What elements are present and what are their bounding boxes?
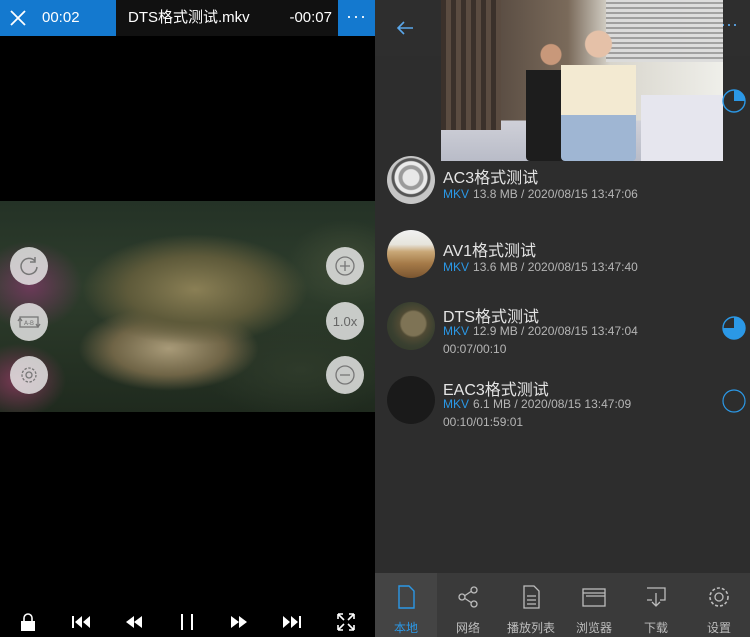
remaining-time[interactable]: -00:07: [286, 0, 338, 36]
settings-icon: [709, 587, 729, 607]
rotate-icon: [20, 257, 38, 276]
bottom-tab-bar: 本地 网络 播放列表 浏览器 下载 设置: [375, 573, 750, 637]
pause-icon: [181, 614, 193, 630]
fast-forward-icon: [231, 616, 247, 628]
video-meta: MKV 12.9 MB / 2020/08/15 13:47:04: [443, 324, 638, 338]
next-button[interactable]: [280, 610, 304, 634]
back-button[interactable]: [393, 16, 417, 40]
video-thumbnail: [387, 156, 435, 204]
video-preview-thumbnail: [441, 0, 723, 161]
current-time: 00:02: [36, 0, 116, 36]
tab-browser[interactable]: 浏览器: [563, 573, 625, 637]
format-badge: MKV: [443, 187, 470, 201]
tab-network[interactable]: 网络: [437, 573, 499, 637]
fullscreen-button[interactable]: [334, 610, 358, 634]
share-icon: [458, 586, 478, 608]
svg-text:A-B: A-B: [24, 320, 34, 327]
arrow-left-icon: [396, 21, 413, 35]
previous-button[interactable]: [69, 610, 93, 634]
video-settings-button[interactable]: [10, 356, 48, 394]
video-thumbnail: [387, 230, 435, 278]
plus-circle-icon: [335, 256, 355, 276]
close-icon: [10, 10, 26, 26]
tab-label: 本地: [393, 621, 418, 635]
size-date: 13.8 MB / 2020/08/15 13:47:06: [473, 187, 638, 201]
progress-pie-icon: [722, 89, 746, 113]
rotate-button[interactable]: [10, 247, 48, 285]
rewind-icon: [126, 616, 142, 628]
tab-playlist[interactable]: 播放列表: [500, 573, 562, 637]
speed-up-button[interactable]: [326, 247, 364, 285]
minus-circle-icon: [335, 365, 355, 385]
tab-settings[interactable]: 设置: [688, 573, 750, 637]
playlist-icon: [523, 585, 540, 609]
playback-speed-indicator[interactable]: 1.0x: [326, 302, 364, 340]
library-more-button[interactable]: ···: [720, 14, 750, 42]
tab-label: 网络: [455, 621, 480, 635]
video-title: DTS格式测试.mkv: [128, 9, 250, 26]
fast-forward-button[interactable]: [227, 610, 251, 634]
video-frame[interactable]: A-B 1.0x: [0, 201, 375, 412]
skip-next-icon: [283, 616, 301, 628]
format-badge: MKV: [443, 324, 470, 338]
skip-previous-icon: [72, 616, 90, 628]
video-player[interactable]: 00:02 DTS格式测试.mkv -00:07 ··· A-B 1.0x: [0, 0, 375, 637]
size-date: 13.6 MB / 2020/08/15 13:47:40: [473, 260, 638, 274]
local-library: ··· AC3格式测试 MKV 13.8 MB / 2020/08/15 13:4…: [375, 0, 750, 637]
tab-label: 下载: [643, 621, 668, 635]
progress-pie-fill: [734, 90, 745, 101]
progress-pie-icon: [722, 389, 746, 413]
playback-progress-text: 00:07/00:10: [443, 342, 507, 356]
lock-icon: [21, 613, 35, 631]
video-thumbnail: [387, 302, 435, 350]
player-more-button[interactable]: ···: [338, 0, 375, 36]
fullscreen-icon: [337, 613, 355, 631]
tab-label: 浏览器: [575, 621, 612, 635]
video-title: AV1格式测试: [443, 243, 537, 260]
video-thumbnail: [387, 376, 435, 424]
file-icon: [398, 585, 415, 609]
download-icon: [647, 587, 666, 607]
video-meta: MKV 6.1 MB / 2020/08/15 13:47:09: [443, 397, 631, 411]
playback-progress-text: 00:10/01:59:01: [443, 415, 524, 429]
rewind-button[interactable]: [122, 610, 146, 634]
ab-repeat-button[interactable]: A-B: [10, 303, 48, 341]
tab-label: 播放列表: [506, 621, 555, 635]
tab-local[interactable]: 本地: [375, 573, 437, 637]
progress-pie-icon: [722, 316, 746, 340]
ab-repeat-icon: A-B: [17, 316, 41, 329]
format-badge: MKV: [443, 260, 470, 274]
gear-icon: [21, 367, 37, 383]
size-date: 12.9 MB / 2020/08/15 13:47:04: [473, 324, 638, 338]
player-top-bar: 00:02 DTS格式测试.mkv -00:07 ···: [0, 0, 375, 36]
speed-down-button[interactable]: [326, 356, 364, 394]
close-button[interactable]: [0, 0, 36, 36]
lock-button[interactable]: [16, 610, 40, 634]
video-meta: MKV 13.8 MB / 2020/08/15 13:47:06: [443, 187, 638, 201]
video-title: AC3格式测试: [443, 170, 539, 187]
browser-icon: [582, 588, 606, 607]
pause-button[interactable]: [175, 610, 199, 634]
format-badge: MKV: [443, 397, 470, 411]
video-meta: MKV 13.6 MB / 2020/08/15 13:47:40: [443, 260, 638, 274]
tab-label: 设置: [706, 621, 731, 635]
size-date: 6.1 MB / 2020/08/15 13:47:09: [473, 397, 632, 411]
tab-download[interactable]: 下载: [625, 573, 687, 637]
